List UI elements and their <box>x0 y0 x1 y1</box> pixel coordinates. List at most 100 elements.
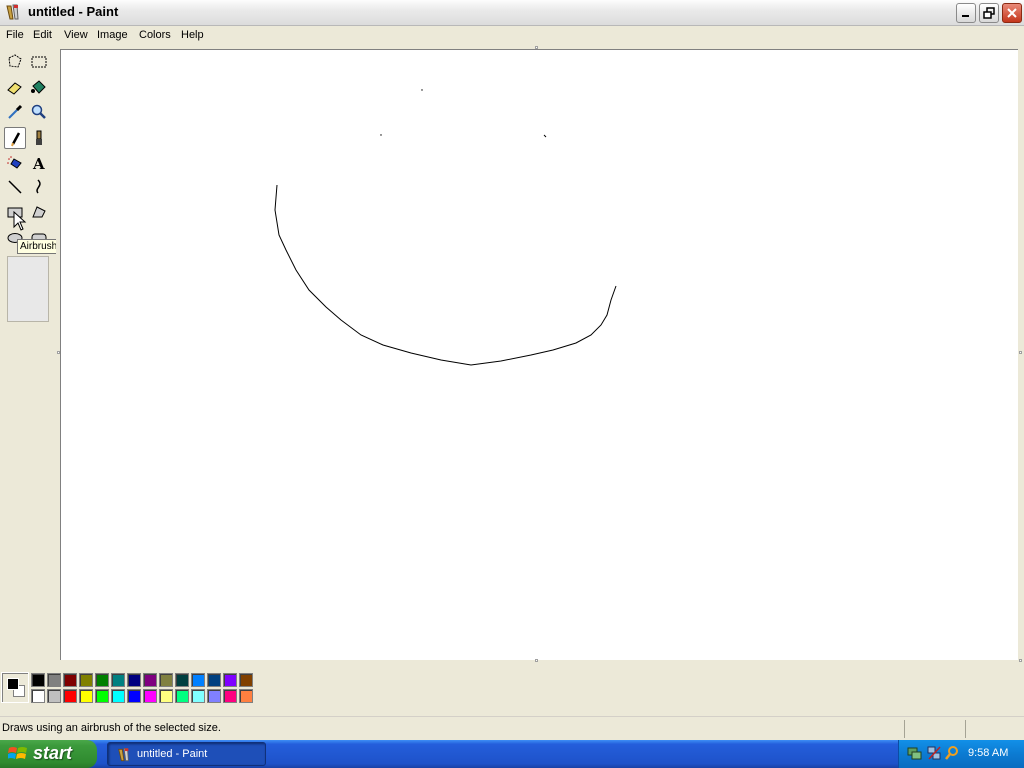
taskbar: start untitled - Paint 9:58 AM <box>0 740 1024 768</box>
minimize-button[interactable] <box>956 3 976 23</box>
tool-eraser[interactable] <box>4 76 26 98</box>
close-icon <box>1007 8 1017 18</box>
color-swatch[interactable] <box>79 689 93 703</box>
status-text: Draws using an airbrush of the selected … <box>2 722 221 734</box>
tool-free-form-select[interactable] <box>4 51 26 73</box>
color-swatch[interactable] <box>239 689 253 703</box>
search-icon[interactable] <box>944 745 960 761</box>
color-swatch[interactable] <box>79 673 93 687</box>
text-icon: A <box>32 155 45 172</box>
color-swatch[interactable] <box>127 673 141 687</box>
network-icon[interactable] <box>907 745 923 761</box>
resize-handle[interactable] <box>1019 659 1022 662</box>
tool-options-panel[interactable] <box>7 256 49 322</box>
color-swatch[interactable] <box>143 689 157 703</box>
color-swatch[interactable] <box>95 689 109 703</box>
color-swatch[interactable] <box>31 689 45 703</box>
color-swatch[interactable] <box>111 673 125 687</box>
pencil-icon <box>11 132 21 147</box>
menu-image[interactable]: Image <box>97 29 128 41</box>
color-swatch[interactable] <box>63 689 77 703</box>
status-bar: Draws using an airbrush of the selected … <box>0 716 1024 740</box>
color-swatch[interactable] <box>159 673 173 687</box>
foreground-color <box>7 678 19 690</box>
menu-edit[interactable]: Edit <box>33 29 52 41</box>
color-swatch[interactable] <box>159 689 173 703</box>
color-swatch[interactable] <box>223 673 237 687</box>
menu-view[interactable]: View <box>64 29 88 41</box>
color-swatch[interactable] <box>207 673 221 687</box>
tool-line[interactable] <box>4 176 26 198</box>
color-swatch[interactable] <box>175 673 189 687</box>
resize-handle[interactable] <box>535 659 538 662</box>
tool-select[interactable] <box>28 51 50 73</box>
tooltip: Airbrush <box>17 239 61 254</box>
clock: 9:58 AM <box>968 747 1009 759</box>
color-palette <box>0 667 1024 715</box>
pick-color-icon <box>8 104 23 119</box>
color-swatch[interactable] <box>239 673 253 687</box>
tool-box: A Airbrush <box>0 45 61 665</box>
select-icon <box>31 56 47 68</box>
restore-button[interactable] <box>979 3 999 23</box>
title-bar[interactable]: untitled - Paint <box>0 0 1024 26</box>
menu-file[interactable]: File <box>6 29 24 41</box>
color-swatch[interactable] <box>175 689 189 703</box>
svg-text:A: A <box>32 155 45 172</box>
tool-airbrush[interactable] <box>4 152 26 174</box>
close-button[interactable] <box>1002 3 1022 23</box>
menu-colors[interactable]: Colors <box>139 29 171 41</box>
resize-handle <box>535 46 538 49</box>
system-tray: 9:58 AM <box>898 740 1024 768</box>
taskbar-item-paint[interactable]: untitled - Paint <box>107 742 266 766</box>
color-swatch[interactable] <box>207 689 221 703</box>
tool-brush[interactable] <box>28 127 50 149</box>
menu-help[interactable]: Help <box>181 29 204 41</box>
eraser-icon <box>7 82 22 95</box>
color-swatch[interactable] <box>47 673 61 687</box>
resize-handle[interactable] <box>1019 351 1022 354</box>
color-swatch[interactable] <box>95 673 109 687</box>
airbrush-icon <box>7 156 22 169</box>
color-swatch[interactable] <box>191 673 205 687</box>
tool-text[interactable]: A <box>28 152 50 174</box>
free-form-select-icon <box>8 54 22 68</box>
drawing <box>274 89 617 366</box>
tool-magnifier[interactable] <box>28 101 50 123</box>
color-swatch[interactable] <box>143 673 157 687</box>
menu-bar: File Edit View Image Colors Help <box>0 26 1024 45</box>
color-swatch[interactable] <box>191 689 205 703</box>
canvas-area <box>56 45 1024 666</box>
status-separator <box>904 720 905 738</box>
mouse-pointer-icon <box>13 211 27 231</box>
paint-app-icon <box>6 4 19 20</box>
tool-pick-color[interactable] <box>4 101 26 123</box>
tool-pencil[interactable] <box>4 127 26 149</box>
brush-icon <box>36 130 42 145</box>
restore-icon <box>983 7 995 19</box>
current-colors[interactable] <box>1 672 29 703</box>
tool-fill[interactable] <box>28 76 50 98</box>
minimize-icon <box>962 15 969 17</box>
magnifier-icon <box>31 104 46 119</box>
color-swatch[interactable] <box>31 673 45 687</box>
color-swatch[interactable] <box>63 673 77 687</box>
paint-app-icon <box>118 748 129 762</box>
status-separator <box>965 720 966 738</box>
resize-handle <box>57 351 60 354</box>
color-swatch[interactable] <box>111 689 125 703</box>
tool-polygon[interactable] <box>28 201 50 223</box>
drawing-canvas[interactable] <box>60 49 1018 660</box>
polygon-icon <box>32 206 46 218</box>
color-swatch[interactable] <box>127 689 141 703</box>
curve-icon <box>36 179 41 194</box>
network-connections-icon[interactable] <box>926 745 942 761</box>
color-swatch[interactable] <box>223 689 237 703</box>
windows-logo-icon <box>8 747 27 759</box>
fill-with-color-icon <box>31 80 46 94</box>
taskbar-item-label: untitled - Paint <box>137 748 208 760</box>
start-button[interactable]: start <box>0 740 97 768</box>
color-swatch[interactable] <box>47 689 61 703</box>
tool-curve[interactable] <box>28 176 50 198</box>
start-label: start <box>33 743 73 763</box>
